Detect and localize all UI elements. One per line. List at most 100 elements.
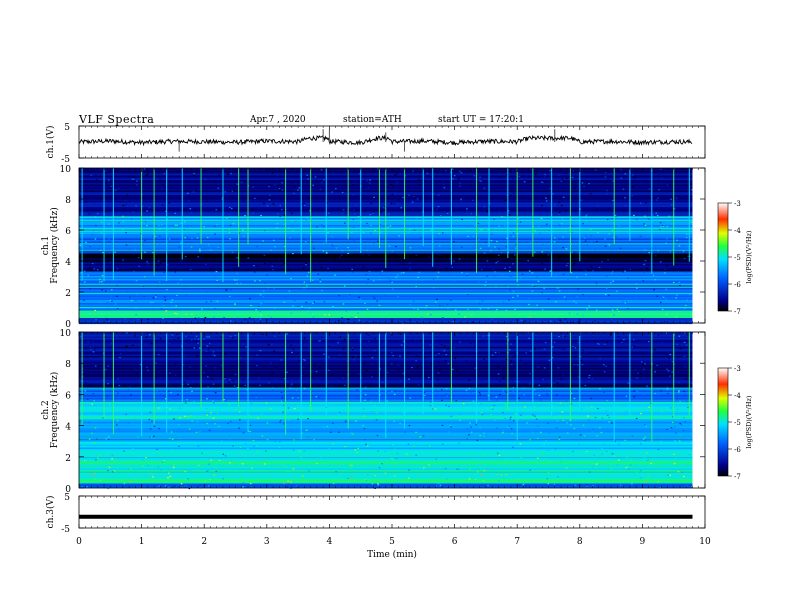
spectrogram-speckle <box>583 185 585 187</box>
spectrogram-speckle <box>685 271 688 273</box>
spectrogram-speckle <box>344 285 346 287</box>
spectrogram-speckle <box>512 296 514 299</box>
spectrogram-speckle <box>419 436 422 438</box>
spectrogram-speckle <box>172 186 174 188</box>
spectrogram-speckle <box>537 225 540 227</box>
spectrogram-speckle <box>303 450 306 452</box>
spectrogram-speckle <box>103 483 105 486</box>
spectrogram-speckle <box>202 196 205 198</box>
spectrogram-speckle <box>483 358 485 360</box>
spectrogram-speckle <box>626 457 628 459</box>
spectrogram-row <box>79 477 693 480</box>
spectrogram-speckle <box>485 380 487 382</box>
spectrogram-speckle <box>249 415 251 417</box>
spectrogram-speckle <box>248 317 251 319</box>
spectrogram-speckle <box>418 467 421 470</box>
spectrogram-speckle <box>437 271 440 273</box>
spectrogram-speckle <box>362 266 365 268</box>
spectrogram-speckle <box>512 263 514 265</box>
spectrogram-speckle <box>242 229 244 231</box>
spectrogram-row <box>79 453 693 456</box>
spectrogram-speckle <box>690 198 692 201</box>
spectrogram-speckle <box>445 404 448 406</box>
spectrogram-speckle <box>467 235 469 237</box>
spectrogram-speckle <box>446 212 449 215</box>
spectrogram-speckle <box>497 439 500 441</box>
spectrogram-speckle <box>293 408 296 410</box>
spectrogram-speckle <box>676 397 678 400</box>
spectrogram-speckle <box>117 392 119 394</box>
spectrogram-speckle <box>434 450 436 452</box>
spectrogram-speckle <box>331 375 334 377</box>
spectrogram-speckle <box>562 455 565 457</box>
spectrogram-speckle <box>532 414 534 416</box>
spectrogram-speckle <box>215 468 218 470</box>
spectrogram-speckle <box>343 338 346 341</box>
spectrogram-speckle <box>97 457 99 459</box>
spectrogram-speckle <box>680 194 682 196</box>
spectrogram-speckle <box>534 394 537 396</box>
spectrogram-speckle <box>298 363 300 365</box>
spectrogram-speckle <box>106 301 109 304</box>
spectrogram-row <box>79 447 693 450</box>
spectrogram-speckle <box>436 276 439 278</box>
spectrogram-speckle <box>280 359 283 361</box>
spectrogram-speckle <box>667 259 670 261</box>
spectrogram-speckle <box>201 452 203 454</box>
spectrogram-speckle <box>453 347 456 349</box>
spectrogram-speckle <box>666 428 668 431</box>
spectrogram-speckle <box>304 241 307 243</box>
spectrogram-speckle <box>561 178 564 180</box>
spectrogram-speckle <box>122 221 125 223</box>
spectrogram-speckle <box>642 310 645 312</box>
spectrogram-speckle <box>670 198 672 200</box>
spectrogram-speckle <box>186 236 189 238</box>
spectrogram-speckle <box>553 351 556 354</box>
spectrogram-speckle <box>91 262 94 265</box>
spectrogram-speckle <box>439 369 441 371</box>
spectrogram-speckle <box>125 413 128 416</box>
spectrogram-speckle <box>660 301 662 303</box>
spectrogram-speckle <box>116 312 119 315</box>
spectrogram-speckle <box>666 388 669 390</box>
spectrogram-speckle <box>369 214 372 216</box>
spectrogram-speckle <box>361 178 363 181</box>
spectrogram-speckle <box>357 259 359 261</box>
spectrogram-speckle <box>228 295 231 298</box>
spectrogram-speckle <box>85 429 87 431</box>
spectrogram-speckle <box>259 318 262 320</box>
spectrogram-speckle <box>357 397 359 399</box>
spectrogram-speckle <box>332 482 335 485</box>
spectrogram-speckle <box>481 229 484 231</box>
spectrogram-speckle <box>213 355 216 357</box>
spectrogram-speckle <box>485 434 487 436</box>
x-axis-label: Time (min) <box>367 549 417 560</box>
spectrogram-speckle <box>148 319 151 321</box>
spectrogram-speckle <box>594 169 597 171</box>
spectrogram-speckle <box>482 469 484 471</box>
spectrogram-speckle <box>460 172 463 174</box>
spectrogram-speckle <box>654 418 656 420</box>
spectrogram-speckle <box>132 344 134 346</box>
spectrogram-speckle <box>577 288 580 290</box>
spectrogram-speckle <box>533 405 536 407</box>
spectrogram-speckle <box>644 260 647 262</box>
spectrogram-speckle <box>227 173 229 175</box>
spectrogram-speckle <box>364 302 366 305</box>
spectrogram-speckle <box>662 225 665 228</box>
spectrogram-speckle <box>116 307 119 310</box>
spectrogram-speckle <box>177 337 180 339</box>
spectrogram-speckle <box>496 427 498 429</box>
spectrogram-speckle <box>344 394 346 396</box>
spectrogram-speckle <box>623 268 625 270</box>
spectrogram-speckle <box>91 432 93 434</box>
spectrogram-speckle <box>318 397 320 399</box>
spectrogram-speckle <box>323 301 326 303</box>
spectrogram-speckle <box>590 241 593 244</box>
spectrogram-speckle <box>571 176 574 179</box>
spectrogram-speckle <box>366 334 369 336</box>
spectrogram-speckle <box>305 429 308 431</box>
spectrogram-speckle <box>236 317 239 319</box>
spectrogram-speckle <box>328 447 331 450</box>
spectrogram-speckle <box>589 193 592 195</box>
